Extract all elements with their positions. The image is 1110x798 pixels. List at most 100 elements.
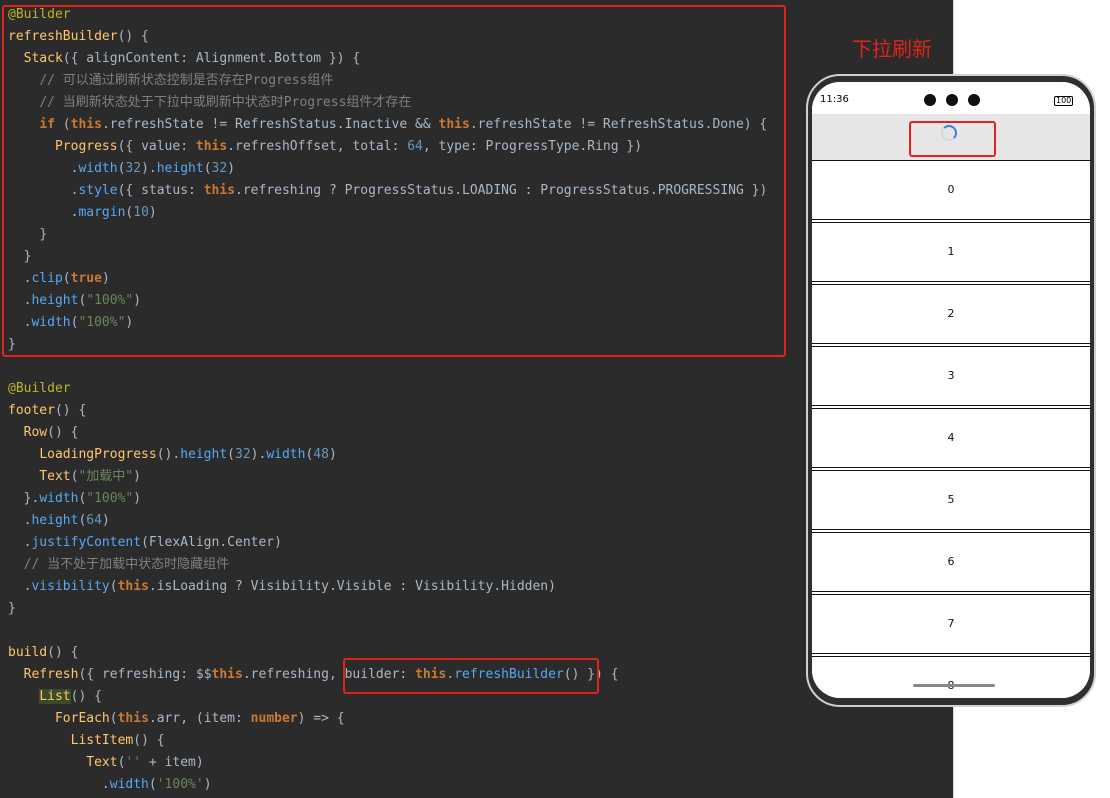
- list-item[interactable]: 3: [812, 346, 1090, 406]
- list-item[interactable]: 8: [812, 656, 1090, 698]
- code-line: .width('100%'): [0, 774, 767, 796]
- code-token: Refresh: [23, 667, 79, 682]
- code-token: (: [141, 535, 149, 550]
- code-token: refreshing: [250, 667, 329, 682]
- list-item[interactable]: 2: [812, 284, 1090, 344]
- code-token: ().: [156, 447, 181, 462]
- camera-icon: [968, 94, 980, 106]
- code-token: ?: [227, 579, 251, 594]
- code-token: ): [203, 777, 212, 792]
- code-line: // 当不处于加载中状态时隐藏组件: [0, 554, 767, 576]
- code-token: :: [391, 579, 416, 594]
- code-token: item: [164, 755, 196, 770]
- code-token: this: [117, 711, 149, 726]
- code-line: footer() {: [0, 400, 767, 422]
- highlight-box-spinner: [909, 121, 996, 157]
- code-line: .justifyContent(FlexAlign.Center): [0, 532, 767, 554]
- code-token: }.: [23, 491, 40, 506]
- code-token: ): [328, 447, 337, 462]
- code-token: isLoading: [156, 579, 228, 594]
- code-token: .: [493, 579, 502, 594]
- code-token: width: [39, 491, 79, 506]
- code-token: ListItem: [70, 733, 134, 748]
- code-token: // 当不处于加载中状态时隐藏组件: [23, 557, 230, 572]
- code-token: ): [133, 491, 142, 506]
- list-item[interactable]: 7: [812, 594, 1090, 654]
- code-token: item: [203, 711, 236, 726]
- code-token: ).: [250, 447, 267, 462]
- code-token: (: [227, 447, 235, 462]
- code-token: "100%": [86, 491, 134, 506]
- code-token: height: [180, 447, 228, 462]
- code-token: ): [548, 579, 556, 594]
- code-token: Text: [86, 755, 118, 770]
- code-token: this: [211, 667, 243, 682]
- code-token: width: [266, 447, 306, 462]
- list-item[interactable]: 5: [812, 470, 1090, 530]
- code-token: Hidden: [501, 579, 549, 594]
- code-token: (: [109, 579, 118, 594]
- code-token: '100%': [156, 777, 204, 792]
- code-token: "加载中": [78, 469, 134, 484]
- code-token: number: [250, 711, 298, 726]
- code-token: 32: [235, 447, 251, 462]
- code-token: ({: [78, 667, 102, 682]
- code-token: FlexAlign: [148, 535, 220, 550]
- list[interactable]: 012345678: [812, 160, 1090, 698]
- code-token: Visibility: [250, 579, 329, 594]
- list-item[interactable]: 0: [812, 160, 1090, 220]
- code-token: LoadingProgress: [39, 447, 157, 462]
- code-line: .visibility(this.isLoading ? Visibility.…: [0, 576, 767, 598]
- code-token: , (: [180, 711, 204, 726]
- code-token: () {: [133, 733, 165, 748]
- code-token: footer: [8, 403, 55, 418]
- code-token: '': [125, 755, 142, 770]
- code-token: visibility: [31, 579, 110, 594]
- code-line: ForEach(this.arr, (item: number) => {: [0, 708, 767, 730]
- code-line: }: [0, 598, 767, 620]
- code-token: refreshing: [101, 667, 181, 682]
- list-item[interactable]: 1: [812, 222, 1090, 282]
- list-item[interactable]: 6: [812, 532, 1090, 592]
- code-token: .: [148, 711, 157, 726]
- list-item[interactable]: 4: [812, 408, 1090, 468]
- code-token: }: [8, 601, 16, 616]
- camera-icon: [946, 94, 958, 106]
- camera-icon: [924, 94, 936, 106]
- preview-caption: 下拉刷新: [852, 37, 932, 61]
- code-token: Visibility: [415, 579, 494, 594]
- code-token: ) => {: [297, 711, 345, 726]
- code-token: .: [219, 535, 228, 550]
- home-indicator[interactable]: [913, 684, 995, 687]
- code-token: +: [141, 755, 165, 770]
- status-time: 11:36: [820, 94, 849, 105]
- code-line: LoadingProgress().height(32).width(48): [0, 444, 767, 466]
- code-token: .: [148, 579, 157, 594]
- code-token: 64: [86, 513, 102, 528]
- code-token: Row: [23, 425, 48, 440]
- code-token: Visible: [336, 579, 392, 594]
- code-line: Row() {: [0, 422, 767, 444]
- code-token: () {: [70, 689, 102, 704]
- code-token: justifyContent: [31, 535, 142, 550]
- code-token: Center: [227, 535, 275, 550]
- code-token: @Builder: [8, 381, 71, 396]
- code-line: .height(64): [0, 510, 767, 532]
- highlight-box-builder-param: [343, 658, 599, 694]
- code-line: Text("加载中"): [0, 466, 767, 488]
- code-token: .: [101, 777, 110, 792]
- code-token: ForEach: [54, 711, 110, 726]
